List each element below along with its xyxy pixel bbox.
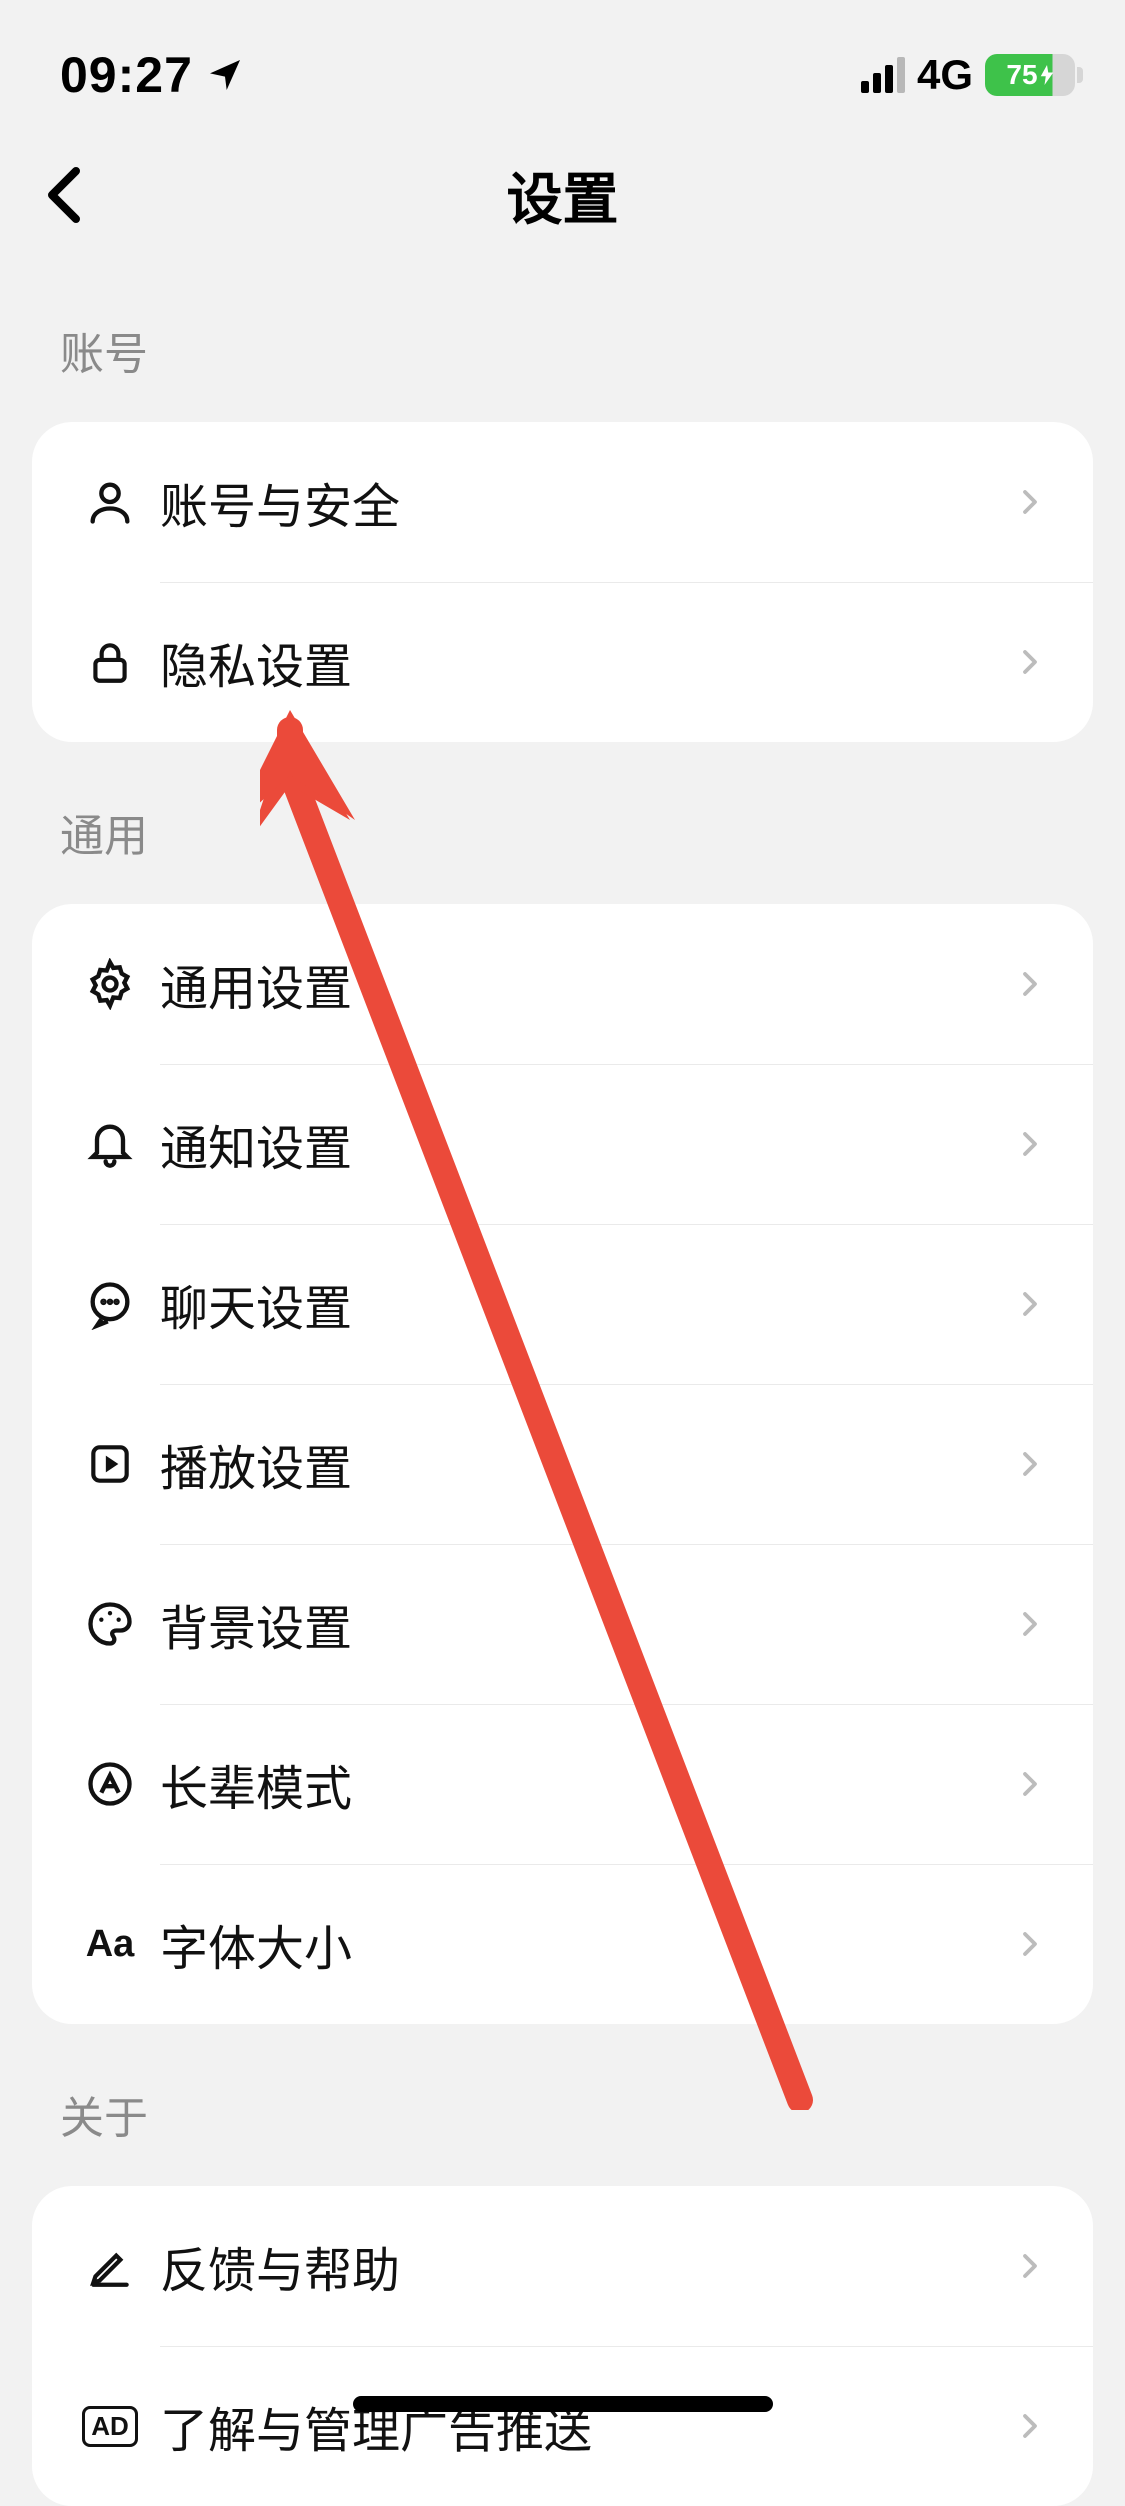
chevron-right-icon	[1015, 1289, 1045, 1319]
gear-icon	[84, 958, 136, 1010]
row-background-settings[interactable]: 背景设置	[32, 1544, 1093, 1704]
person-icon	[84, 476, 136, 528]
row-ads[interactable]: AD 了解与管理广告推送	[32, 2346, 1093, 2506]
row-account-security[interactable]: 账号与安全	[32, 422, 1093, 582]
pencil-icon	[85, 2241, 135, 2291]
row-notification-settings[interactable]: 通知设置	[32, 1064, 1093, 1224]
status-right: 4G 75	[861, 51, 1075, 99]
row-playback-settings[interactable]: 播放设置	[32, 1384, 1093, 1544]
chevron-right-icon	[1015, 969, 1045, 999]
status-left: 09:27	[60, 46, 245, 104]
row-label: 字体大小	[152, 1909, 1015, 1979]
battery-level: 75	[1006, 59, 1037, 91]
font-size-icon: Aa	[86, 1923, 135, 1966]
row-feedback[interactable]: 反馈与帮助	[32, 2186, 1093, 2346]
chat-icon	[84, 1278, 136, 1330]
ad-icon: AD	[82, 2406, 138, 2447]
row-label: 背景设置	[152, 1589, 1015, 1659]
play-icon	[85, 1439, 135, 1489]
nav-bar: 设置	[0, 130, 1125, 260]
chevron-right-icon	[1015, 1929, 1045, 1959]
row-label: 反馈与帮助	[152, 2231, 1015, 2301]
chevron-right-icon	[1015, 487, 1045, 517]
row-label: 账号与安全	[152, 467, 1015, 537]
group-general: 通用设置 通知设置 聊天设置 播放设置 背景设置 长辈模式	[32, 904, 1093, 2024]
section-header-about: 关于	[0, 2024, 1125, 2186]
row-label: 播放设置	[152, 1429, 1015, 1499]
lock-icon	[85, 637, 135, 687]
row-elder-mode[interactable]: 长辈模式	[32, 1704, 1093, 1864]
row-general-settings[interactable]: 通用设置	[32, 904, 1093, 1064]
row-label: 聊天设置	[152, 1269, 1015, 1339]
chevron-right-icon	[1015, 1129, 1045, 1159]
chevron-right-icon	[1015, 647, 1045, 677]
section-header-account: 账号	[0, 260, 1125, 422]
row-label: 隐私设置	[152, 627, 1015, 697]
status-time: 09:27	[60, 46, 193, 104]
chevron-right-icon	[1015, 1449, 1045, 1479]
chevron-right-icon	[1015, 1609, 1045, 1639]
chevron-right-icon	[1015, 1769, 1045, 1799]
network-label: 4G	[917, 51, 973, 99]
status-bar: 09:27 4G 75	[0, 0, 1125, 130]
section-header-general: 通用	[0, 742, 1125, 904]
page-title: 设置	[0, 155, 1125, 236]
back-button[interactable]	[40, 165, 100, 225]
bell-icon	[84, 1118, 136, 1170]
home-indicator[interactable]	[353, 2396, 773, 2412]
row-font-size[interactable]: Aa 字体大小	[32, 1864, 1093, 2024]
battery-icon: 75	[985, 54, 1075, 96]
cellular-signal-icon	[861, 57, 905, 93]
chevron-right-icon	[1015, 2411, 1045, 2441]
row-privacy[interactable]: 隐私设置	[32, 582, 1093, 742]
row-label: 长辈模式	[152, 1749, 1015, 1819]
palette-icon	[84, 1598, 136, 1650]
row-label: 通用设置	[152, 949, 1015, 1019]
group-account: 账号与安全 隐私设置	[32, 422, 1093, 742]
chevron-left-icon	[40, 165, 88, 225]
accessibility-icon	[84, 1758, 136, 1810]
location-icon	[205, 55, 245, 95]
group-about: 反馈与帮助 AD 了解与管理广告推送	[32, 2186, 1093, 2506]
row-chat-settings[interactable]: 聊天设置	[32, 1224, 1093, 1384]
chevron-right-icon	[1015, 2251, 1045, 2281]
row-label: 通知设置	[152, 1109, 1015, 1179]
